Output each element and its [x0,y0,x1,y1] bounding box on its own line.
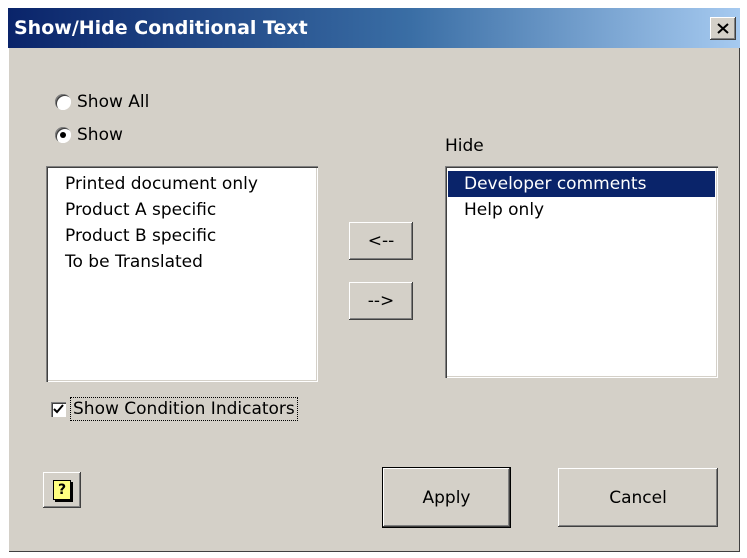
show-radio[interactable]: Show [55,125,123,145]
indicators-label: Show Condition Indicators [70,397,298,421]
hide-list-label: Hide [445,136,484,156]
window-title: Show/Hide Conditional Text [14,17,308,39]
checkmark-icon [53,403,64,413]
show-condition-indicators-checkbox[interactable]: Show Condition Indicators [51,397,298,421]
indicators-checkbox[interactable] [51,401,66,417]
show-radio-button[interactable] [55,127,71,143]
move-to-hide-button[interactable]: --> [349,282,413,320]
show-list-item[interactable]: To be Translated [49,249,315,275]
hide-list-item[interactable]: Help only [448,197,715,223]
close-icon [717,23,729,34]
title-bar: Show/Hide Conditional Text [8,8,740,48]
cancel-button[interactable]: Cancel [558,468,718,527]
show-all-label: Show All [77,92,150,112]
close-button[interactable] [710,17,736,40]
show-hide-conditional-text-dialog: Show/Hide Conditional Text Show All Show… [8,8,740,552]
hide-list[interactable]: Developer comments Help only [445,166,718,378]
show-all-radio-button[interactable] [55,94,71,110]
move-to-show-button[interactable]: <-- [349,222,413,260]
show-label: Show [77,125,123,145]
show-list[interactable]: Printed document only Product A specific… [46,166,318,382]
show-list-item[interactable]: Product A specific [49,197,315,223]
show-list-item[interactable]: Product B specific [49,223,315,249]
show-list-item[interactable]: Printed document only [49,171,315,197]
hide-list-item[interactable]: Developer comments [448,171,715,197]
show-all-radio[interactable]: Show All [55,92,149,112]
apply-button[interactable]: Apply [382,467,511,528]
help-button[interactable]: ? [43,472,81,508]
help-icon: ? [53,480,71,500]
